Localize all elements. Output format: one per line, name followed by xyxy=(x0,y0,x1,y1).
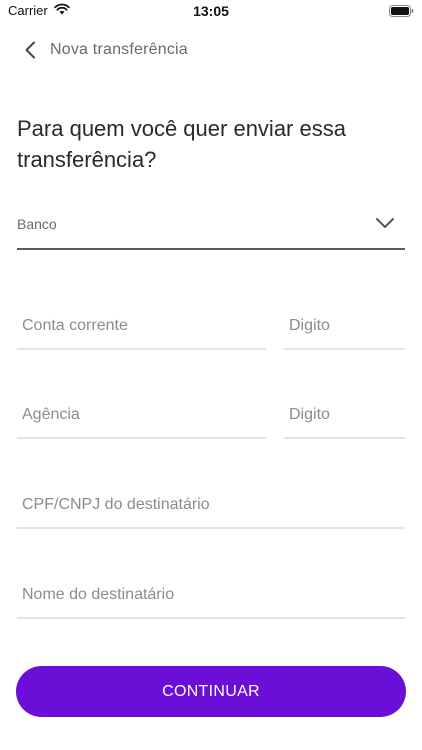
battery-icon xyxy=(389,5,414,17)
recipient-name-input[interactable] xyxy=(17,581,405,619)
back-button[interactable] xyxy=(18,38,42,62)
bank-select[interactable]: Banco xyxy=(17,204,405,250)
question-heading: Para quem você quer enviar essa transfer… xyxy=(17,116,346,172)
continue-button[interactable]: CONTINUAR xyxy=(16,666,406,717)
page-title: Nova transferência xyxy=(50,41,188,58)
bank-select-label: Banco xyxy=(17,216,57,232)
agencia-input[interactable] xyxy=(17,401,266,439)
chevron-left-icon xyxy=(25,41,35,59)
conta-corrente-input[interactable] xyxy=(17,312,266,350)
conta-digito-input[interactable] xyxy=(284,312,405,350)
nav-header: Nova transferência xyxy=(0,33,422,67)
chevron-down-icon xyxy=(376,218,394,228)
cpf-cnpj-input[interactable] xyxy=(17,491,405,529)
status-time: 13:05 xyxy=(193,3,229,19)
agencia-digito-input[interactable] xyxy=(284,401,405,439)
status-bar: Carrier 13:05 xyxy=(0,0,422,22)
